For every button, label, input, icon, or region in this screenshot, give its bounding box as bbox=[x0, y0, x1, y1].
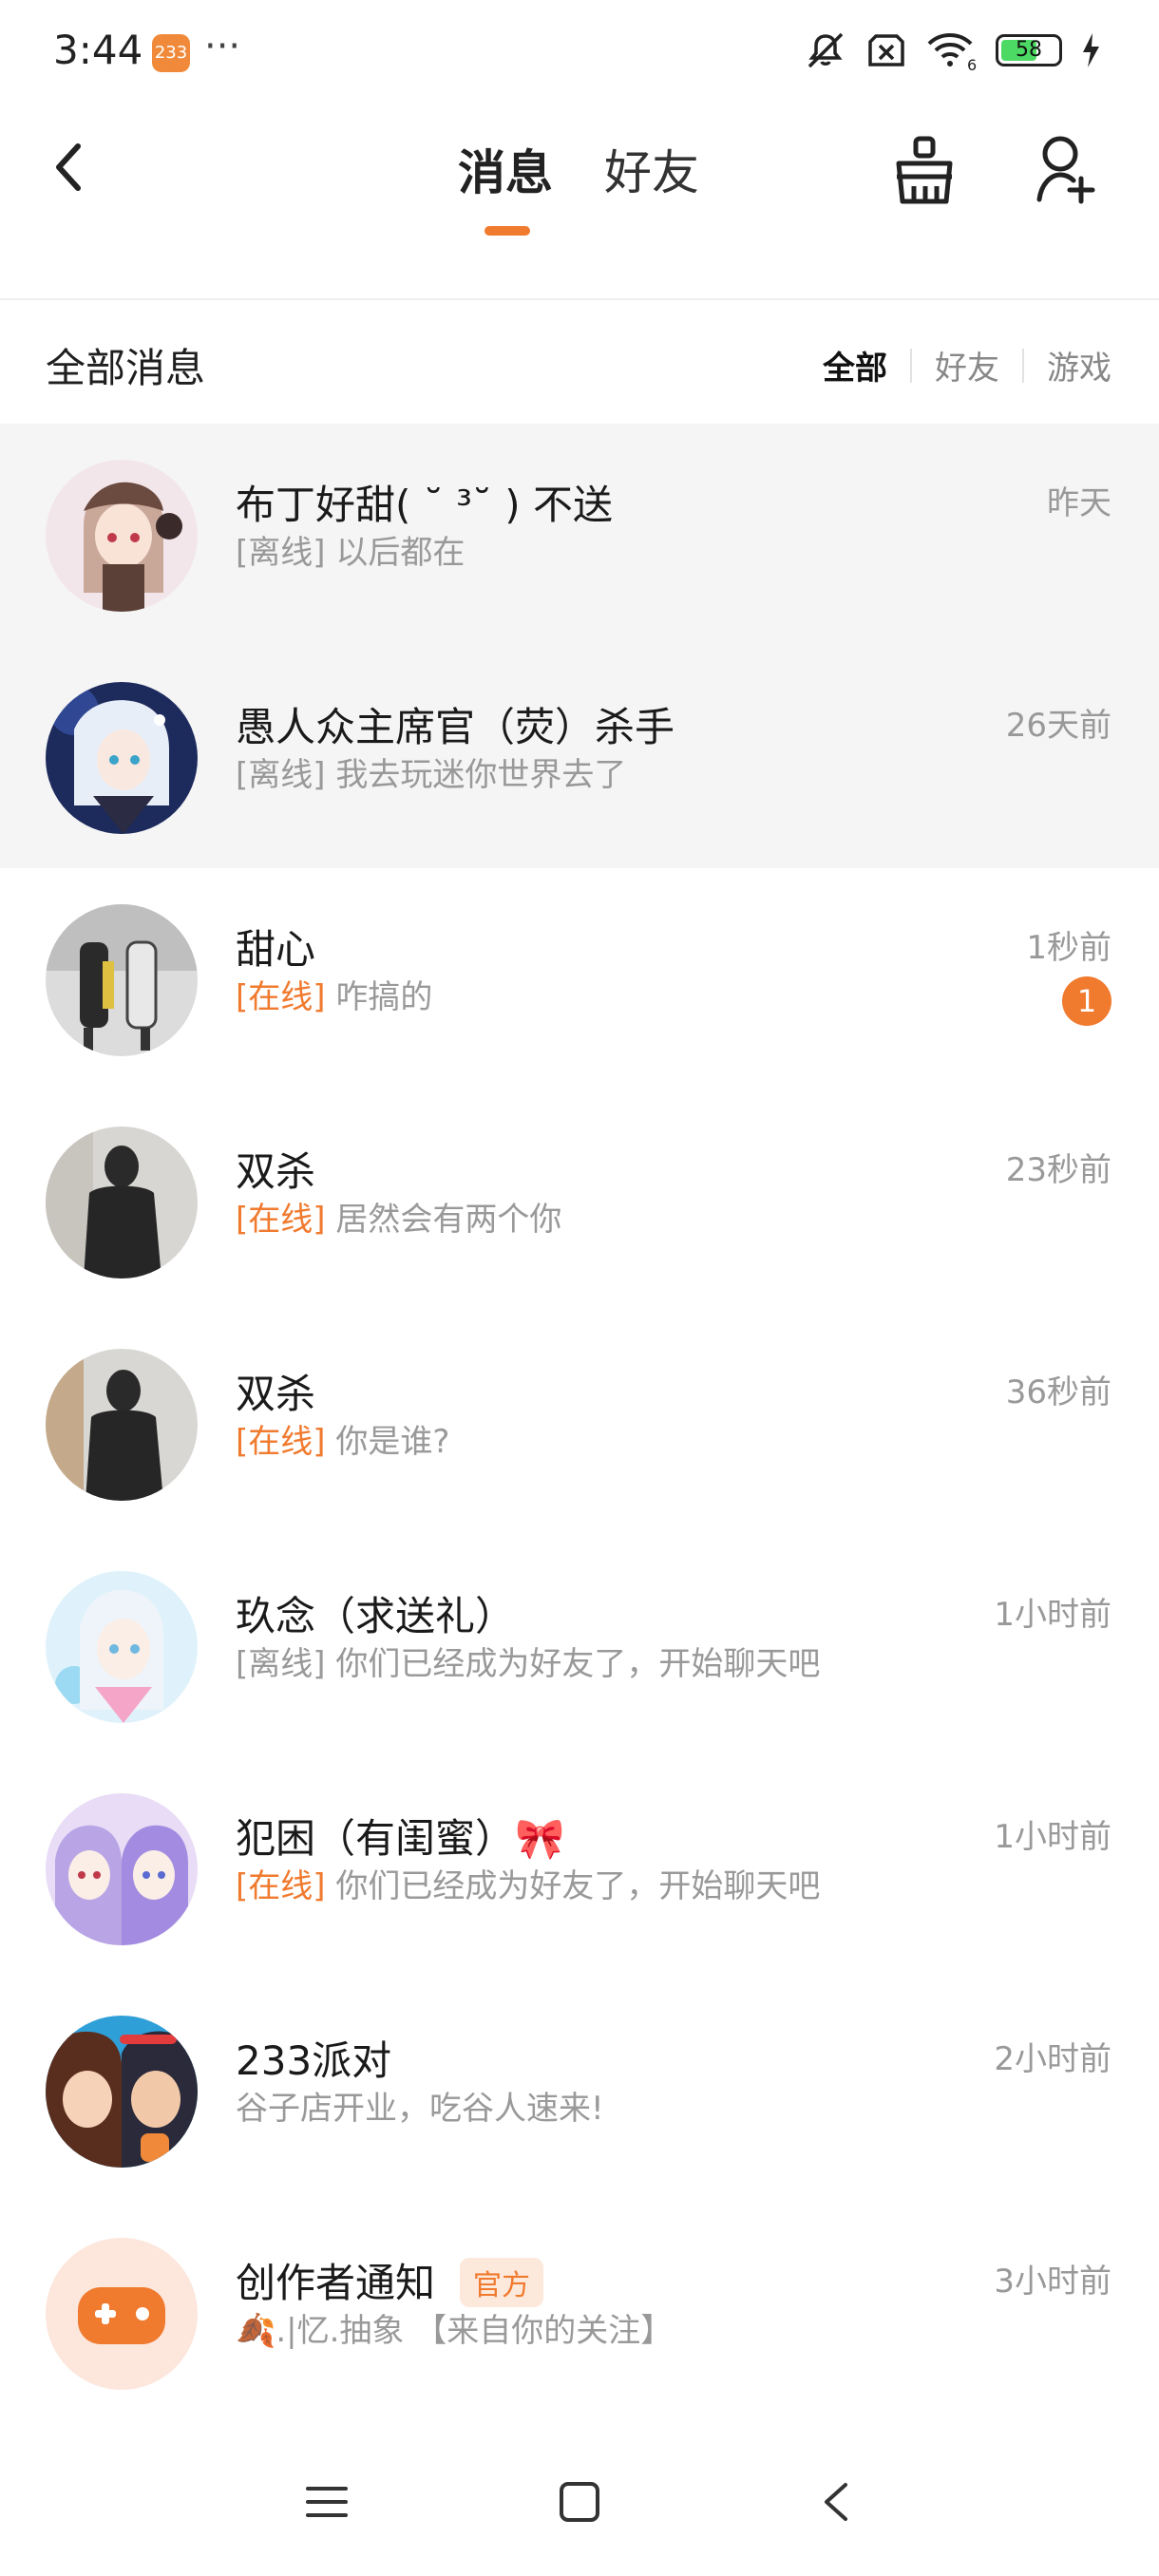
message-time: 26天前 bbox=[1005, 707, 1112, 745]
conversation-row[interactable]: 犯困（有闺蜜）🎀 [在线] 你们已经成为好友了，开始聊天吧 1小时前 bbox=[0, 1757, 1159, 1979]
conversation-row[interactable]: 双杀 [在线] 你是谁? 36秒前 bbox=[0, 1313, 1159, 1535]
tab-messages[interactable]: 消息 bbox=[458, 135, 553, 203]
contact-name: 233派对 bbox=[236, 2037, 392, 2084]
home-icon[interactable] bbox=[559, 2481, 600, 2523]
message-text: 谷子店开业，吃谷人速来! bbox=[236, 2090, 604, 2128]
contact-name: 甜心 bbox=[236, 926, 316, 973]
filter-friends[interactable]: 好友 bbox=[935, 342, 999, 388]
game-controller-icon bbox=[78, 2287, 165, 2344]
conversation-row[interactable]: 甜心 [在线] 咋搞的 1秒前 1 bbox=[0, 868, 1159, 1090]
contact-name: 愚人众主席官（荧）杀手 bbox=[236, 704, 675, 750]
message-time: 23秒前 bbox=[1005, 1151, 1112, 1189]
message-time: 2小时前 bbox=[994, 2040, 1112, 2078]
avatar[interactable] bbox=[46, 1793, 198, 1945]
conversation-row[interactable]: 愚人众主席官（荧）杀手 [离线] 我去玩迷你世界去了 26天前 bbox=[0, 646, 1159, 868]
back-icon[interactable] bbox=[815, 2481, 857, 2523]
avatar[interactable] bbox=[46, 460, 198, 612]
filter-options: 全部 好友 游戏 bbox=[823, 342, 1112, 388]
status-bar: 3:44 233 ··· 6 58 bbox=[0, 0, 1159, 104]
clean-icon[interactable] bbox=[891, 135, 958, 207]
top-navigation: 消息 好友 bbox=[0, 104, 1159, 300]
menu-icon[interactable] bbox=[306, 2481, 348, 2523]
filter-separator bbox=[1022, 348, 1024, 383]
message-text: 你们已经成为好友了，开始聊天吧 bbox=[335, 1645, 821, 1683]
avatar[interactable] bbox=[46, 1349, 198, 1501]
add-friend-icon[interactable] bbox=[1036, 135, 1098, 207]
filter-games[interactable]: 游戏 bbox=[1047, 342, 1112, 388]
message-preview: [在线] 咋搞的 bbox=[236, 971, 432, 1017]
conversation-row[interactable]: 创作者通知 官方 🍂.|忆.抽象 【来自你的关注】 3小时前 bbox=[0, 2202, 1159, 2424]
contact-name: 布丁好甜( ˘ ³˘ ) 不送 bbox=[236, 482, 614, 528]
filter-title: 全部消息 bbox=[46, 345, 206, 391]
message-text: 你们已经成为好友了，开始聊天吧 bbox=[335, 1867, 821, 1905]
presence-status: [在线] bbox=[236, 978, 326, 1016]
message-text: 居然会有两个你 bbox=[335, 1201, 562, 1239]
presence-status: [离线] bbox=[236, 756, 326, 794]
avatar[interactable] bbox=[46, 1127, 198, 1279]
system-nav-bar bbox=[0, 2443, 1159, 2576]
battery-icon: 58 bbox=[996, 34, 1062, 66]
contact-name: 双杀 bbox=[236, 1148, 316, 1195]
conversation-row[interactable]: 233派对 谷子店开业，吃谷人速来! 2小时前 bbox=[0, 1979, 1159, 2202]
message-time: 1小时前 bbox=[994, 1818, 1112, 1856]
wifi-6-icon: 6 bbox=[927, 33, 977, 72]
presence-status: [在线] bbox=[236, 1423, 326, 1461]
active-tab-indicator bbox=[484, 226, 530, 236]
more-notifications-icon: ··· bbox=[204, 25, 241, 68]
message-text: 你是谁? bbox=[335, 1423, 450, 1461]
contact-name: 创作者通知 官方 bbox=[236, 2251, 544, 2311]
svg-text:6: 6 bbox=[967, 56, 977, 72]
message-preview: 🍂.|忆.抽象 【来自你的关注】 bbox=[236, 2304, 673, 2351]
status-time: 3:44 bbox=[53, 27, 143, 73]
app-notification-icon: 233 bbox=[152, 34, 190, 72]
presence-status: [离线] bbox=[236, 534, 326, 572]
sim-off-icon bbox=[868, 34, 904, 66]
filter-all[interactable]: 全部 bbox=[823, 342, 887, 388]
filter-bar: 全部消息 全部 好友 游戏 bbox=[0, 300, 1159, 424]
contact-name-text: 创作者通知 bbox=[236, 2260, 436, 2306]
message-text: 我去玩迷你世界去了 bbox=[335, 756, 627, 794]
message-text: 🍂.|忆.抽象 【来自你的关注】 bbox=[236, 2312, 674, 2350]
avatar[interactable] bbox=[46, 682, 198, 834]
message-text: 咋搞的 bbox=[335, 978, 433, 1016]
avatar[interactable] bbox=[46, 904, 198, 1056]
contact-name: 玖念（求送礼） bbox=[236, 1593, 516, 1639]
mute-icon bbox=[808, 32, 844, 68]
official-badge: 官方 bbox=[460, 2257, 544, 2307]
message-preview: 谷子店开业，吃谷人速来! bbox=[236, 2082, 604, 2129]
charging-icon bbox=[1083, 33, 1099, 67]
avatar[interactable] bbox=[46, 2016, 198, 2168]
message-time: 昨天 bbox=[1047, 484, 1112, 522]
message-preview: [在线] 居然会有两个你 bbox=[236, 1193, 561, 1240]
message-preview: [离线] 我去玩迷你世界去了 bbox=[236, 748, 626, 795]
message-time: 1秒前 bbox=[1026, 929, 1112, 967]
contact-name: 双杀 bbox=[236, 1371, 316, 1417]
message-preview: [离线] 你们已经成为好友了，开始聊天吧 bbox=[236, 1638, 820, 1684]
conversation-row[interactable]: 双杀 [在线] 居然会有两个你 23秒前 bbox=[0, 1090, 1159, 1313]
conversation-list: 布丁好甜( ˘ ³˘ ) 不送 [离线] 以后都在 昨天 愚人众主席官（荧）杀手… bbox=[0, 424, 1159, 2424]
message-time: 1小时前 bbox=[994, 1596, 1112, 1634]
back-icon[interactable] bbox=[49, 139, 87, 196]
message-time: 3小时前 bbox=[994, 2263, 1112, 2301]
conversation-row[interactable]: 布丁好甜( ˘ ³˘ ) 不送 [离线] 以后都在 昨天 bbox=[0, 424, 1159, 646]
message-preview: [离线] 以后都在 bbox=[236, 526, 465, 573]
unread-badge: 1 bbox=[1062, 976, 1112, 1026]
tab-friends[interactable]: 好友 bbox=[604, 135, 699, 203]
presence-status: [离线] bbox=[236, 1645, 326, 1683]
message-preview: [在线] 你是谁? bbox=[236, 1415, 449, 1462]
contact-name: 犯困（有闺蜜）🎀 bbox=[236, 1815, 565, 1862]
filter-separator bbox=[910, 348, 912, 383]
battery-level: 58 bbox=[1016, 38, 1042, 62]
avatar[interactable] bbox=[46, 2238, 198, 2390]
avatar[interactable] bbox=[46, 1571, 198, 1723]
presence-status: [在线] bbox=[236, 1201, 326, 1239]
status-icons: 6 58 bbox=[804, 28, 1102, 72]
message-preview: [在线] 你们已经成为好友了，开始聊天吧 bbox=[236, 1860, 820, 1906]
message-time: 36秒前 bbox=[1005, 1373, 1112, 1411]
conversation-row[interactable]: 玖念（求送礼） [离线] 你们已经成为好友了，开始聊天吧 1小时前 bbox=[0, 1535, 1159, 1757]
message-text: 以后都在 bbox=[335, 534, 466, 572]
presence-status: [在线] bbox=[236, 1867, 326, 1905]
